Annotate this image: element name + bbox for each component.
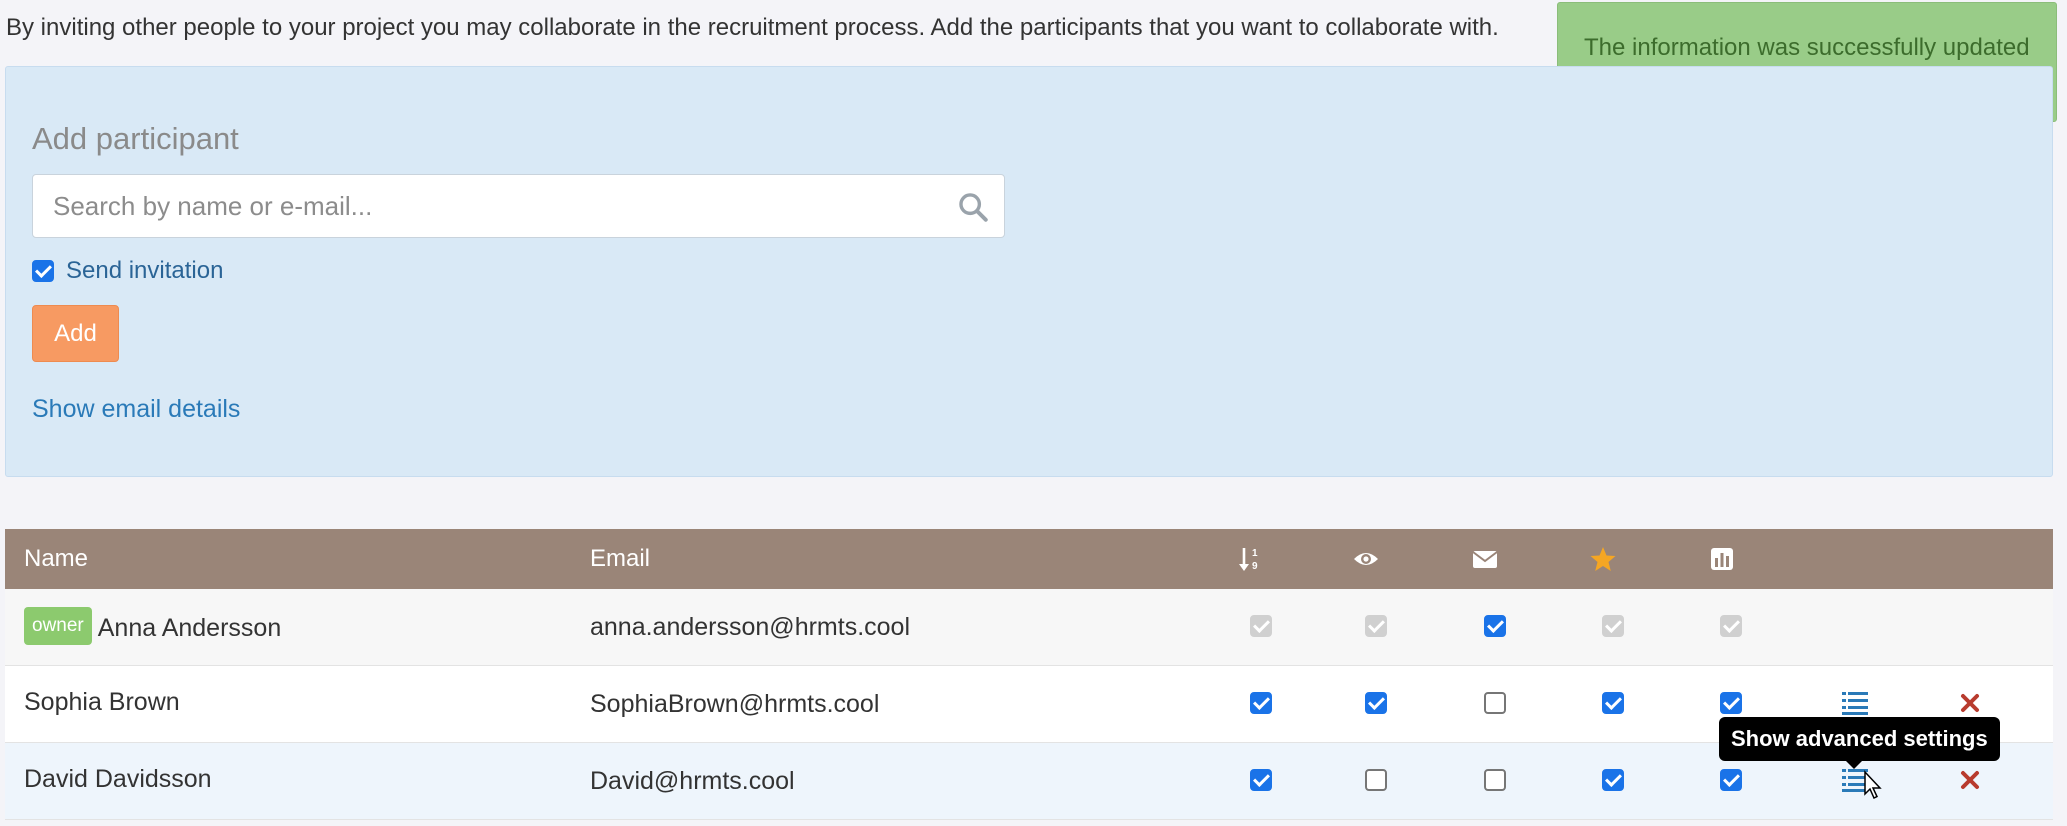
permission-stats-checkbox[interactable]	[1720, 692, 1742, 714]
participant-name: Anna Andersson	[97, 613, 282, 642]
search-icon[interactable]	[956, 190, 990, 224]
send-invitation-checkbox[interactable]	[32, 260, 54, 282]
send-invitation-row: Send invitation	[32, 257, 223, 285]
header-name: Name	[24, 545, 89, 572]
permission-sort-checkbox	[1250, 615, 1272, 637]
show-email-details-link[interactable]: Show email details	[32, 395, 240, 424]
add-button[interactable]: Add	[32, 305, 119, 362]
advanced-settings-icon[interactable]	[1841, 690, 1869, 716]
header-email: Email	[590, 545, 651, 572]
mouse-cursor-icon	[1864, 770, 1882, 800]
bar-chart-icon	[1711, 548, 1733, 570]
page: By inviting other people to your project…	[0, 0, 2067, 826]
remove-participant-icon[interactable]	[1957, 690, 1983, 716]
permission-email-checkbox[interactable]	[1484, 769, 1506, 791]
permission-view-checkbox[interactable]	[1365, 769, 1387, 791]
eye-icon	[1354, 553, 1378, 565]
owner-badge: owner	[24, 607, 92, 645]
permission-star-checkbox	[1602, 615, 1624, 637]
permission-stats-checkbox[interactable]	[1720, 769, 1742, 791]
star-icon	[1590, 547, 1616, 571]
permission-email-checkbox[interactable]	[1484, 692, 1506, 714]
table-header: Name Email 1 9	[5, 529, 2053, 589]
intro-text: By inviting other people to your project…	[6, 14, 1499, 41]
svg-text:9: 9	[1252, 561, 1258, 572]
participants-table: Name Email 1 9 owner Anna Andersson anna…	[5, 529, 2053, 820]
permission-star-checkbox[interactable]	[1602, 769, 1624, 791]
participant-name-cell: Sophia Brown	[24, 688, 180, 717]
table-row: owner Anna Andersson anna.andersson@hrmt…	[5, 589, 2053, 666]
search-box	[32, 174, 1005, 238]
panel-title: Add participant	[32, 121, 239, 156]
permission-email-checkbox[interactable]	[1484, 615, 1506, 637]
participant-name-cell: David Davidsson	[24, 765, 212, 794]
participant-name: Sophia Brown	[24, 688, 180, 716]
toast-message: The information was successfully updated	[1584, 34, 2030, 61]
advanced-settings-tooltip: Show advanced settings	[1719, 717, 2000, 769]
permission-view-checkbox	[1365, 615, 1387, 637]
participant-name-cell: owner Anna Andersson	[24, 607, 282, 645]
permission-view-checkbox[interactable]	[1365, 692, 1387, 714]
remove-participant-icon[interactable]	[1957, 767, 1983, 793]
permission-sort-checkbox[interactable]	[1250, 692, 1272, 714]
participant-email: SophiaBrown@hrmts.cool	[590, 690, 880, 718]
send-invitation-label[interactable]: Send invitation	[66, 257, 223, 285]
participant-email: David@hrmts.cool	[590, 767, 795, 795]
sort-numeric-icon: 1 9	[1239, 548, 1258, 572]
permission-sort-checkbox[interactable]	[1250, 769, 1272, 791]
participant-name: David Davidsson	[24, 765, 212, 793]
permission-star-checkbox[interactable]	[1602, 692, 1624, 714]
svg-text:1: 1	[1252, 548, 1258, 559]
permission-stats-checkbox	[1720, 615, 1742, 637]
search-input[interactable]	[33, 175, 1004, 237]
participant-email: anna.andersson@hrmts.cool	[590, 613, 910, 641]
envelope-icon	[1472, 551, 1498, 568]
add-participant-panel: Add participant Send invitation Add Show…	[5, 66, 2053, 477]
